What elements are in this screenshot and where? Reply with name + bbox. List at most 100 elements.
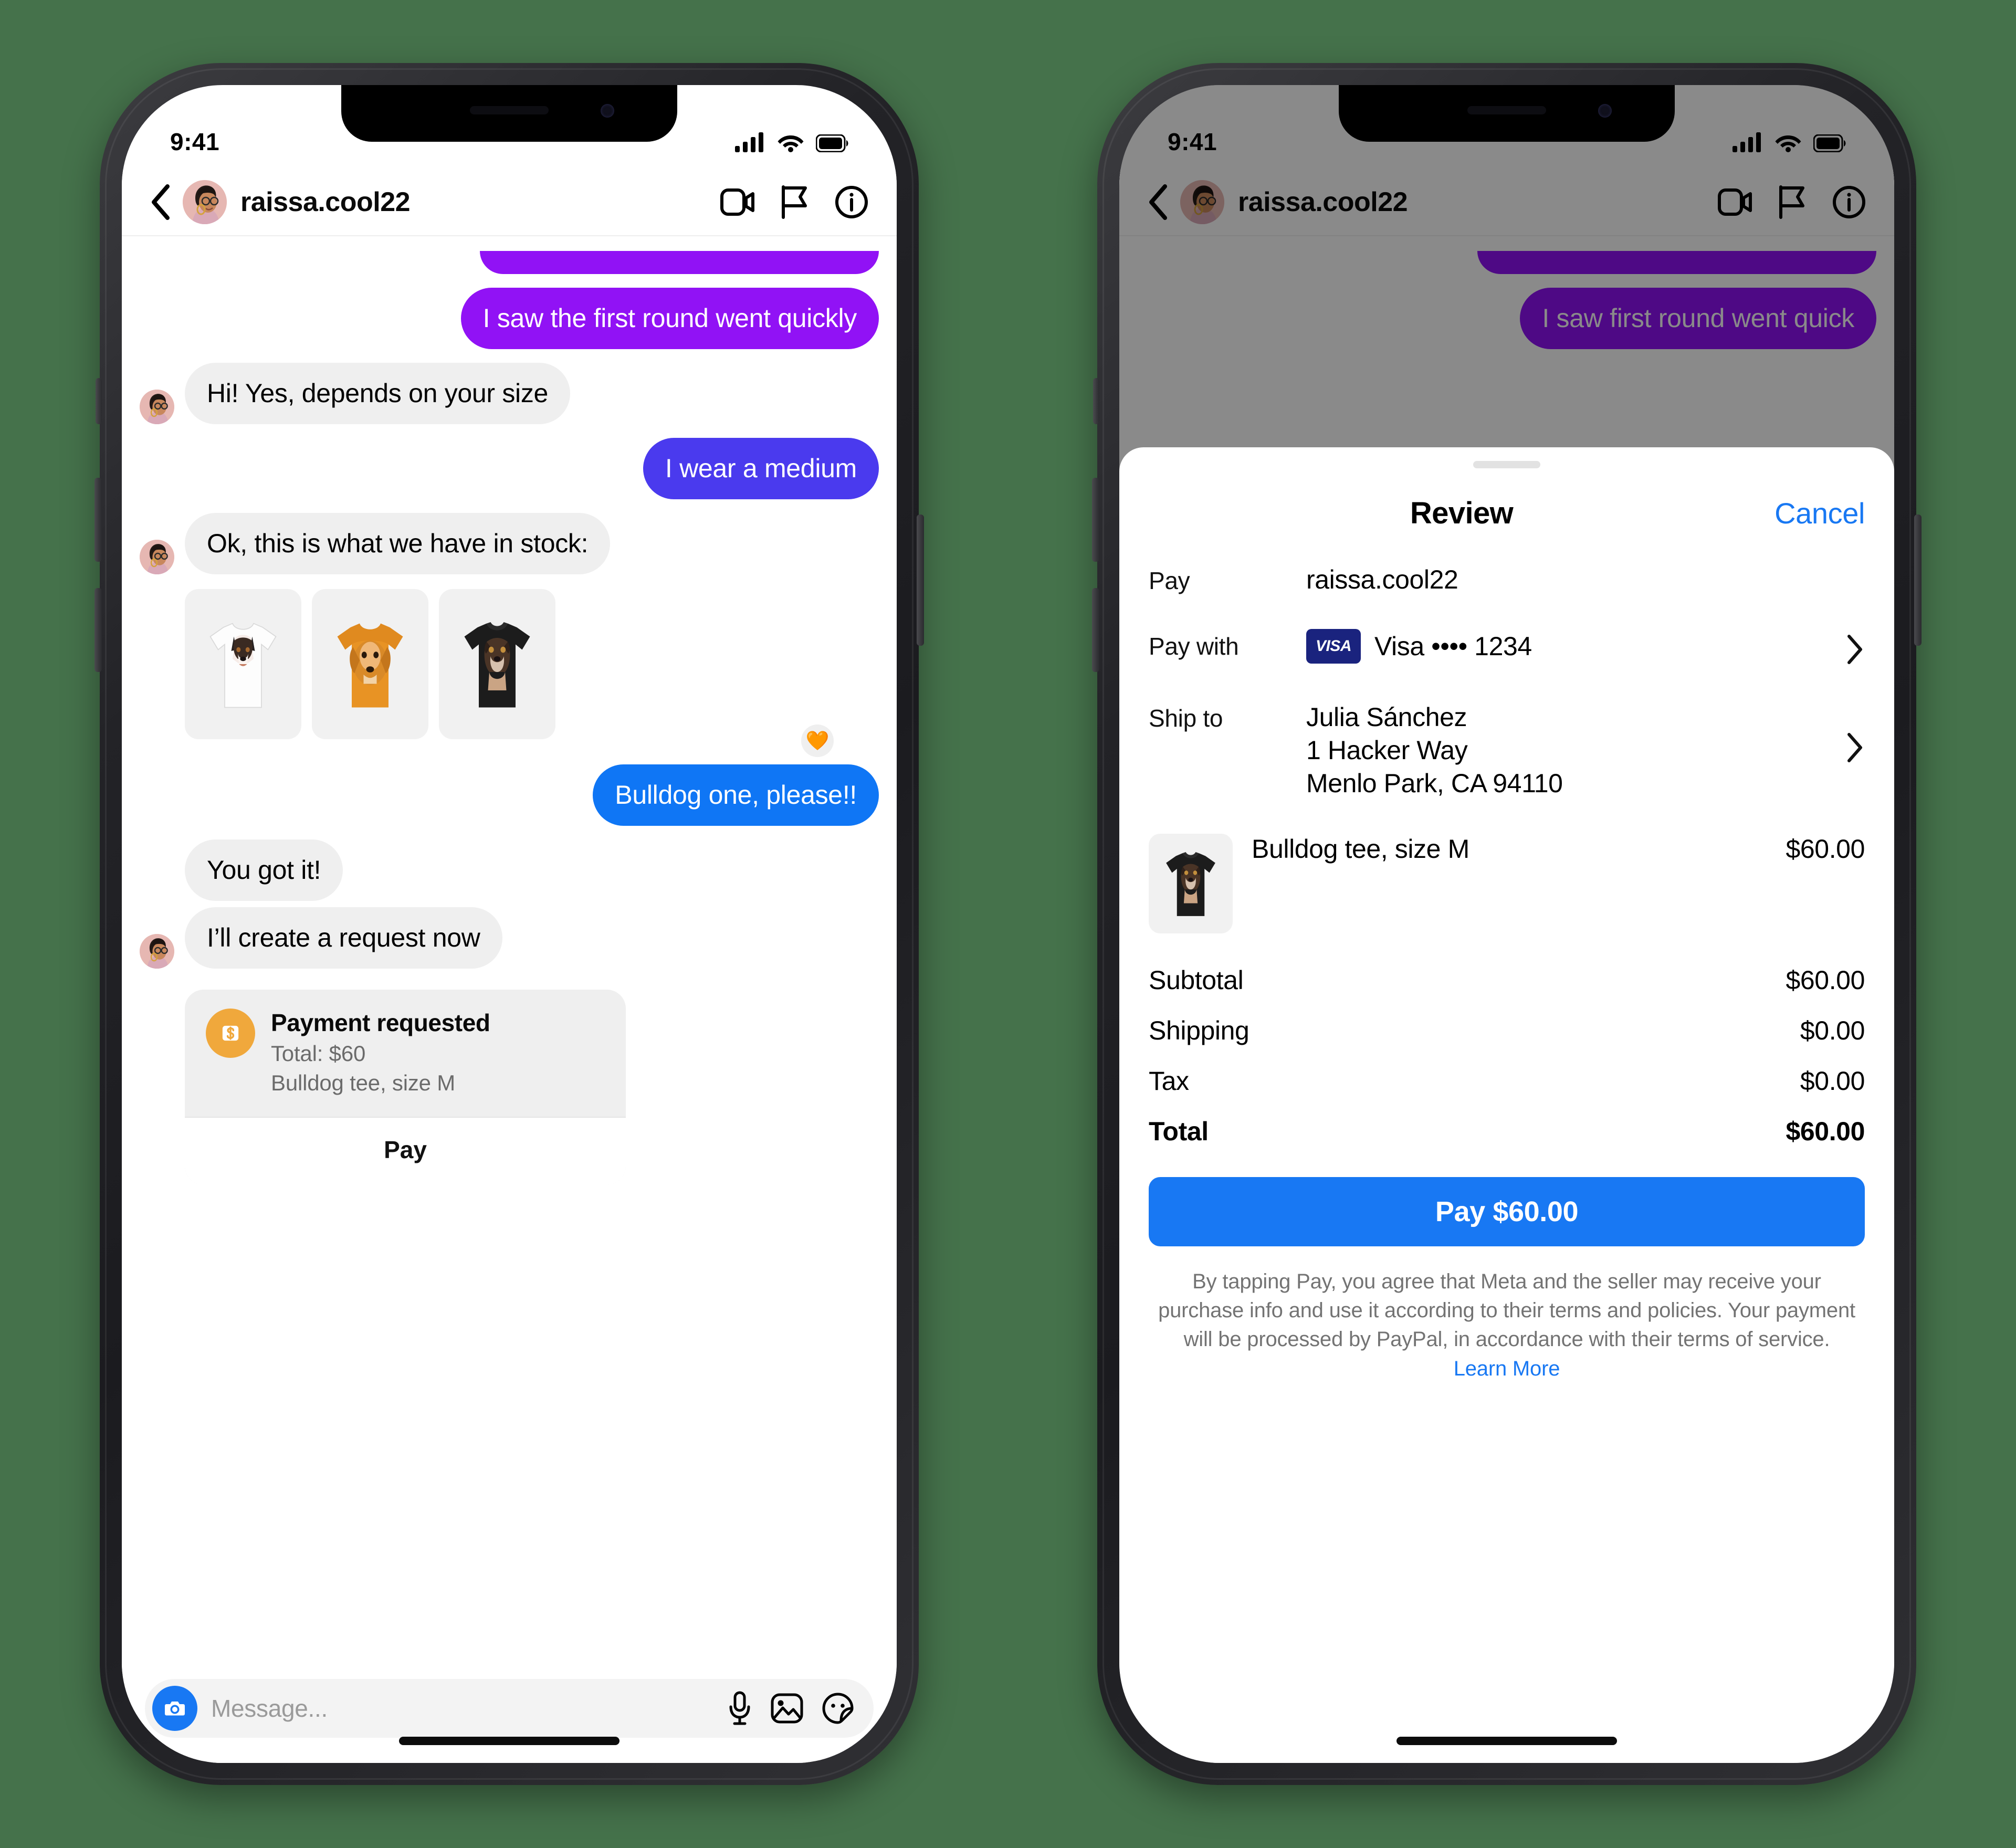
message-row: You got it! [140,839,879,901]
notch [341,85,677,142]
silence-switch[interactable] [1093,378,1099,424]
payment-request-total: Total: $60 [271,1041,366,1066]
pay-recipient-value: raissa.cool22 [1306,565,1458,594]
volume-up-button[interactable] [1092,478,1099,562]
message-bubble[interactable]: I saw the first round went quickly [460,288,879,349]
phone-right-screen: 9:41 raissa.cool22 I saw first round wen… [1119,85,1894,1763]
message-input[interactable]: Message... [211,1694,328,1723]
status-icons [735,131,848,152]
line-item-thumbnail [1149,834,1233,933]
wifi-icon [1775,135,1801,152]
ship-to-chevron[interactable] [1846,701,1865,766]
total-label: Total [1149,1117,1209,1146]
white-tee-collie-icon [209,623,277,708]
message-bubble[interactable]: Ok, this is what we have in stock: [185,513,611,574]
message-bubble[interactable]: I wear a medium [643,438,879,499]
message-bubble[interactable]: Hi! Yes, depends on your size [185,363,571,424]
volume-down-button[interactable] [94,588,102,672]
wifi-icon [778,135,804,152]
product-gallery: 🧡 [185,589,879,757]
video-call-icon[interactable] [720,187,755,217]
reaction-badge[interactable]: 🧡 [801,724,834,757]
sender-avatar[interactable] [140,390,174,424]
front-camera [601,104,614,118]
conversation-header: raissa.cool22 [122,169,897,236]
avatar-spacer [140,866,174,901]
visa-card-icon: VISA [1306,629,1361,664]
visa-wordmark: VISA [1315,637,1352,655]
avatar-photo-icon [140,934,174,969]
cellular-signal-icon [735,132,763,152]
payment-request-body: Payment requested Total: $60 Bulldog tee… [185,990,626,1117]
message-bubble[interactable]: Bulldog one, please!! [593,764,879,826]
status-time: 9:41 [170,128,220,155]
chevron-right-icon [1847,635,1862,664]
learn-more-link[interactable]: Learn More [1454,1357,1560,1380]
ship-to-address: Julia Sánchez 1 Hacker Way Menlo Park, C… [1306,702,1563,798]
home-indicator[interactable] [1396,1737,1617,1745]
microphone-icon[interactable] [728,1691,752,1726]
composer-bar[interactable]: Message... [145,1679,874,1738]
product-thumb-retriever[interactable] [312,589,428,739]
phone-left-screen: 9:41 raissa.cool22 I saw the first round… [122,85,897,1763]
black-tee-bulldog-icon [1166,852,1215,916]
photo-icon[interactable] [771,1693,803,1724]
dollar-bill-icon [222,1025,239,1041]
dollar-coin-icon [206,1009,255,1058]
sender-avatar[interactable] [140,934,174,969]
info-icon[interactable] [835,185,868,219]
avatar-photo-icon [140,390,174,424]
tax-label: Tax [1149,1066,1189,1096]
payment-card-pay-button[interactable]: Pay [185,1117,626,1185]
sheet-grabber[interactable] [1473,461,1540,468]
chevron-right-icon [1847,733,1862,762]
pay-button[interactable]: Pay $60.00 [1149,1177,1865,1246]
product-thumb-bulldog[interactable] [439,589,555,739]
volume-up-button[interactable] [94,478,102,562]
notch [1339,85,1675,142]
back-button[interactable] [141,183,180,221]
message-bubble[interactable]: I’ll create a request now [185,907,502,969]
message-thread[interactable]: I saw the first round went quickly Hi! Y… [122,237,897,1654]
power-button[interactable] [917,514,924,646]
power-button[interactable] [1914,514,1922,646]
message-bubble[interactable]: You got it! [185,839,343,901]
message-row: I wear a medium [140,438,879,499]
avatar-photo-icon [183,180,227,224]
front-camera [1598,104,1612,118]
screenshot-stage: 9:41 raissa.cool22 I saw the first round… [0,0,2016,1848]
sender-avatar[interactable] [140,540,174,574]
earpiece-speaker [470,106,549,114]
flag-icon[interactable] [780,185,810,219]
cancel-button[interactable]: Cancel [1774,496,1865,530]
message-bubble-clipped[interactable] [480,251,879,274]
back-chevron-icon [152,184,170,220]
card-number-value: Visa •••• 1234 [1374,631,1532,661]
product-thumb-collie[interactable] [185,589,301,739]
sticker-icon[interactable] [822,1693,854,1724]
payment-method: VISA Visa •••• 1234 [1306,629,1532,664]
conversation-title[interactable]: raissa.cool22 [240,186,411,218]
black-tee-bulldog-icon [464,622,530,708]
camera-icon [165,1702,185,1716]
line-item-row: Bulldog tee, size M $60.00 [1149,834,1865,933]
subtotal-label: Subtotal [1149,965,1244,995]
composer-actions [728,1691,858,1726]
volume-down-button[interactable] [1092,588,1099,672]
message-composer: Message... [122,1654,897,1763]
silence-switch[interactable] [96,378,102,424]
payment-disclaimer: By tapping Pay, you agree that Meta and … [1149,1267,1865,1383]
pay-with-chevron[interactable] [1846,629,1865,668]
line-item-price: $60.00 [1786,834,1865,864]
total-value: $60.00 [1786,1117,1865,1146]
avatar-photo-icon [140,540,174,574]
ship-to-row[interactable]: Ship to Julia Sánchez 1 Hacker Way Menlo… [1149,701,1865,800]
camera-button[interactable] [152,1686,197,1731]
home-indicator[interactable] [399,1737,620,1745]
shipping-value: $0.00 [1800,1016,1865,1045]
payment-request-card[interactable]: Payment requested Total: $60 Bulldog tee… [185,990,626,1185]
battery-icon [816,134,848,152]
message-row: Hi! Yes, depends on your size [140,363,879,424]
pay-with-row[interactable]: Pay with VISA Visa •••• 1234 [1149,629,1865,668]
avatar[interactable] [183,180,227,224]
